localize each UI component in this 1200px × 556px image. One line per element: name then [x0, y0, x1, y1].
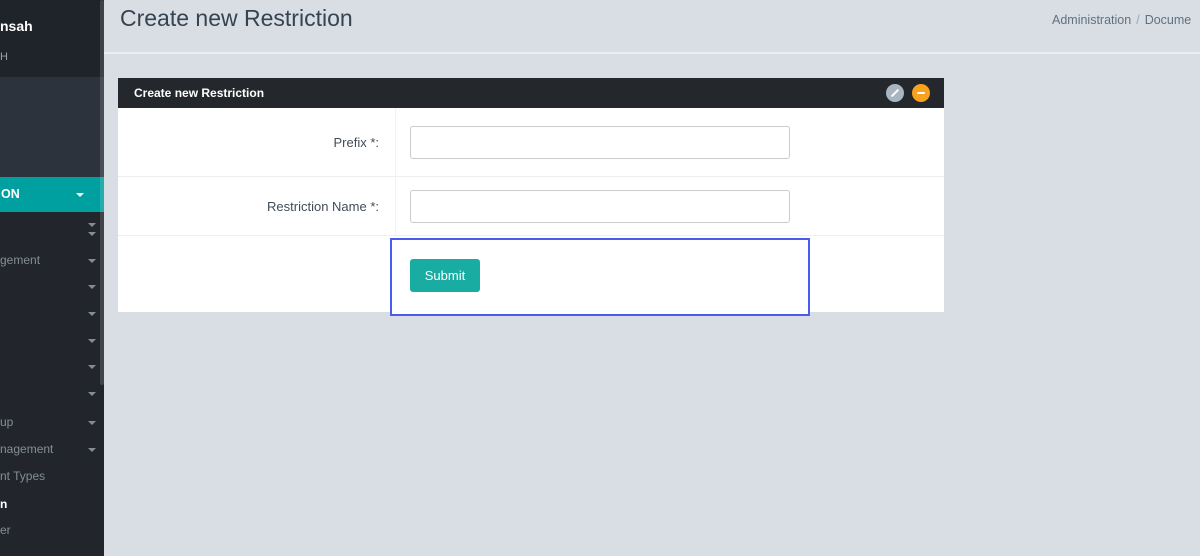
panel-header: Create new Restriction	[118, 78, 944, 108]
prefix-label: Prefix *:	[333, 135, 379, 150]
chevron-down-icon	[88, 259, 96, 263]
chevron-down-icon	[88, 448, 96, 452]
sidebar-submenu-item-active[interactable]: n	[0, 491, 104, 518]
breadcrumb-separator: /	[1131, 13, 1144, 27]
panel-title: Create new Restriction	[118, 86, 264, 100]
chevron-down-icon	[88, 392, 96, 396]
restriction-name-input[interactable]	[410, 190, 790, 223]
sidebar-submenu-item[interactable]	[0, 220, 104, 247]
submenu-label: er	[0, 523, 11, 537]
sidebar-nav: nsah H ON gement	[0, 0, 104, 556]
page-title: Create new Restriction	[120, 5, 353, 32]
sidebar-submenu-item[interactable]: nt Types	[0, 463, 104, 490]
restriction-name-label-cell: Restriction Name *:	[118, 177, 396, 235]
prefix-input[interactable]	[410, 126, 790, 159]
form-row-prefix: Prefix *:	[118, 108, 944, 177]
restriction-name-label: Restriction Name *:	[267, 199, 379, 214]
chevron-down-icon	[88, 339, 96, 343]
sidebar-collapsed-menu[interactable]	[0, 77, 104, 177]
breadcrumb: Administration/Docume	[1052, 13, 1191, 27]
sidebar-submenu-item[interactable]	[0, 380, 104, 407]
chevron-down-icon	[88, 312, 96, 316]
submenu-label: gement	[0, 253, 40, 267]
prefix-label-cell: Prefix *:	[118, 108, 396, 176]
sidebar-submenu-item[interactable]	[0, 353, 104, 380]
submenu-label: up	[0, 415, 13, 429]
sidebar-user-name: nsah	[0, 18, 33, 34]
submit-focus-region: Submit	[390, 238, 810, 316]
sidebar-submenu-item[interactable]: gement	[0, 247, 104, 274]
header-divider	[104, 52, 1200, 54]
submenu-label: n	[0, 497, 7, 511]
sidebar-scrollbar[interactable]	[100, 0, 104, 385]
form-row-restriction-name: Restriction Name *:	[118, 177, 944, 236]
create-restriction-panel: Create new Restriction Prefix *: Restric…	[118, 78, 944, 312]
submenu-label: nagement	[0, 442, 53, 456]
submenu-label: nt Types	[0, 469, 45, 483]
restriction-name-field-cell	[396, 177, 944, 235]
submit-button[interactable]: Submit	[410, 259, 480, 292]
breadcrumb-link-administration[interactable]: Administration	[1052, 13, 1131, 27]
chevron-down-icon	[88, 421, 96, 425]
sidebar-submenu-item[interactable]	[0, 300, 104, 327]
sidebar-active-label: ON	[1, 177, 20, 212]
chevron-down-icon	[88, 232, 96, 236]
chevron-down-icon	[76, 193, 84, 197]
sidebar-user-role: H	[0, 51, 8, 63]
sidebar-submenu-item[interactable]: up	[0, 409, 104, 436]
panel-header-actions	[886, 84, 930, 102]
sidebar-submenu-item[interactable]	[0, 327, 104, 354]
breadcrumb-link-document[interactable]: Docume	[1145, 13, 1192, 27]
prefix-field-cell	[396, 108, 944, 176]
sidebar-submenu-item[interactable]: nagement	[0, 436, 104, 463]
sidebar-item-administration-active[interactable]: ON	[0, 177, 104, 212]
sidebar-submenu-item[interactable]: er	[0, 517, 104, 544]
chevron-down-icon	[88, 285, 96, 289]
collapse-icon[interactable]	[912, 84, 930, 102]
app-screen: nsah H ON gement	[0, 0, 1200, 556]
sidebar-submenu-item[interactable]	[0, 273, 104, 300]
chevron-down-icon	[88, 365, 96, 369]
sidebar-user-section: nsah H	[0, 0, 104, 77]
edit-icon[interactable]	[886, 84, 904, 102]
